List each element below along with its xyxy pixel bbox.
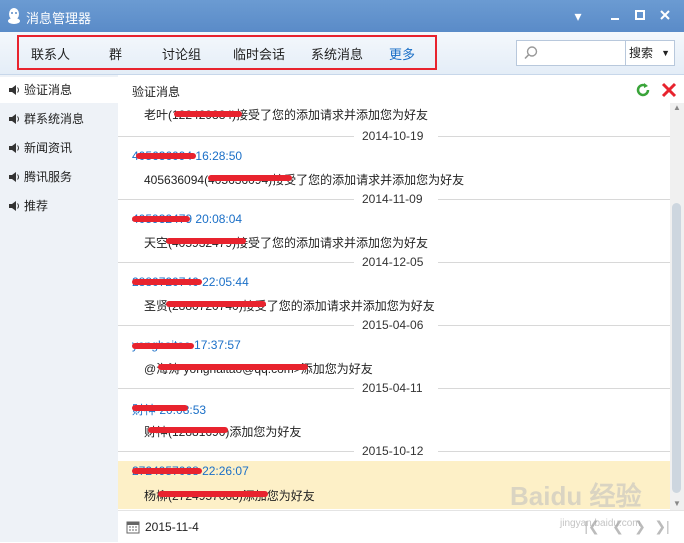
chevron-down-icon[interactable]: ▼: [661, 41, 670, 65]
nav-tab-bar: 联系人 群 讨论组 临时会话 系统消息 更多 搜索 ▼: [0, 32, 684, 75]
redaction-mark: [148, 427, 228, 433]
nav-highlight-box: [17, 35, 437, 70]
separator-date: 2015-10-12: [362, 444, 424, 458]
tab-contacts[interactable]: 联系人: [31, 44, 70, 63]
date-separator: 2014-12-05: [118, 255, 670, 269]
current-date: 2015-11-4: [145, 520, 199, 534]
speaker-icon: [9, 172, 19, 182]
message-list: 老叶(122429884)接受了您的添加请求并添加您为好友 2014-10-19…: [118, 103, 670, 510]
sidebar-item-news[interactable]: 新闻资讯: [0, 135, 118, 161]
list-item[interactable]: 405636094 16:28:50 405636094(405636094)接…: [118, 149, 670, 191]
message-text: 405636094(405636094)接受了您的添加请求并添加您为好友: [144, 173, 465, 187]
date-separator: 2014-11-09: [118, 192, 670, 206]
redaction-mark: [158, 491, 268, 497]
date-separator: 2015-04-11: [118, 381, 670, 395]
minimize-button[interactable]: [605, 6, 625, 26]
minimize-icon: [611, 18, 619, 20]
speaker-icon: [9, 114, 19, 124]
maximize-icon: [635, 10, 645, 20]
redaction-mark: [166, 301, 266, 307]
redaction-mark: [166, 238, 246, 244]
maximize-button[interactable]: [630, 6, 650, 26]
redaction-mark: [136, 153, 196, 159]
search-button[interactable]: 搜索 ▼: [625, 40, 675, 66]
date-separator: 2015-10-12: [118, 444, 670, 458]
redaction-mark: [132, 279, 202, 285]
tab-temp-sessions[interactable]: 临时会话: [233, 44, 285, 63]
tab-system-messages[interactable]: 系统消息: [311, 44, 363, 63]
sidebar-item-tencent-services[interactable]: 腾讯服务: [0, 164, 118, 190]
scrollbar-thumb[interactable]: [672, 203, 681, 493]
close-icon: [660, 10, 670, 20]
separator-date: 2014-10-19: [362, 129, 424, 143]
sidebar-item-group-system[interactable]: 群系统消息: [0, 106, 118, 132]
sidebar-item-label: 群系统消息: [24, 112, 85, 126]
panel-title: 验证消息: [132, 85, 181, 99]
speaker-icon: [9, 85, 19, 95]
message-panel: 验证消息 老叶(122429884)接受了您的添加请求并添加您为好友 2014-…: [118, 75, 684, 543]
last-page-icon[interactable]: ❯|: [654, 518, 670, 534]
title-bar: 消息管理器 ▾: [0, 0, 684, 32]
date-separator: 2015-04-06: [118, 318, 670, 332]
window-title: 消息管理器: [26, 11, 92, 26]
speaker-icon: [9, 201, 19, 211]
sidebar-item-verification[interactable]: 验证消息: [0, 77, 118, 103]
sidebar-item-label: 新闻资讯: [24, 141, 73, 155]
search-input[interactable]: [516, 40, 626, 66]
redaction-mark: [132, 405, 188, 411]
separator-date: 2014-11-09: [362, 192, 423, 206]
sidebar: 验证消息 群系统消息 新闻资讯 腾讯服务 推荐: [0, 75, 118, 542]
redaction-mark: [208, 175, 292, 181]
tab-discussion-groups[interactable]: 讨论组: [162, 44, 201, 63]
redaction-mark: [132, 468, 202, 474]
scroll-down-icon[interactable]: ▼: [672, 499, 682, 509]
speaker-icon: [9, 143, 19, 153]
dropdown-menu-icon[interactable]: ▾: [568, 6, 588, 26]
list-item[interactable]: 财神 20:08:53 财神(12881690)添加您为好友: [118, 401, 670, 443]
separator-date: 2015-04-11: [362, 381, 423, 395]
date-separator: 2014-10-19: [118, 129, 670, 143]
scroll-up-icon[interactable]: ▲: [672, 103, 682, 113]
list-item[interactable]: 老叶(122429884)接受了您的添加请求并添加您为好友: [118, 103, 670, 125]
list-item[interactable]: 405932479 20:08:04 天空(405932479)接受了您的添加请…: [118, 212, 670, 254]
search-button-label: 搜索: [629, 46, 654, 60]
redaction-mark: [158, 364, 308, 370]
redaction-mark: [132, 216, 190, 222]
delete-icon[interactable]: [660, 81, 678, 99]
list-item[interactable]: 2880720740 22:05:44 圣贤(2880720740)接受了您的添…: [118, 275, 670, 317]
redaction-mark: [132, 343, 194, 349]
redaction-mark: [174, 111, 242, 117]
sidebar-item-recommend[interactable]: 推荐: [0, 193, 118, 219]
vertical-scrollbar[interactable]: ▲ ▼: [670, 103, 684, 510]
separator-date: 2014-12-05: [362, 255, 424, 269]
search-icon: [524, 46, 538, 60]
tab-groups[interactable]: 群: [109, 44, 122, 63]
tab-more[interactable]: 更多: [389, 44, 415, 63]
watermark-url: jingyan.baidu.com: [560, 518, 641, 529]
separator-date: 2015-04-06: [362, 318, 424, 332]
close-button[interactable]: [655, 6, 675, 26]
sidebar-item-label: 腾讯服务: [24, 170, 73, 184]
list-item[interactable]: yonghaitao 17:37:57 @海涛 yonghaitao@qq.co…: [118, 338, 670, 380]
qq-logo-icon: [8, 8, 20, 24]
message-manager-window: 消息管理器 ▾ 联系人 群 讨论组 临时会话 系统消息 更多 搜索 ▼ 验证消息…: [0, 0, 684, 543]
sidebar-item-label: 推荐: [24, 199, 49, 213]
watermark: Baidu 经验: [510, 481, 642, 511]
calendar-icon[interactable]: [126, 520, 140, 534]
refresh-icon[interactable]: [634, 81, 652, 99]
sidebar-item-label: 验证消息: [24, 83, 73, 97]
